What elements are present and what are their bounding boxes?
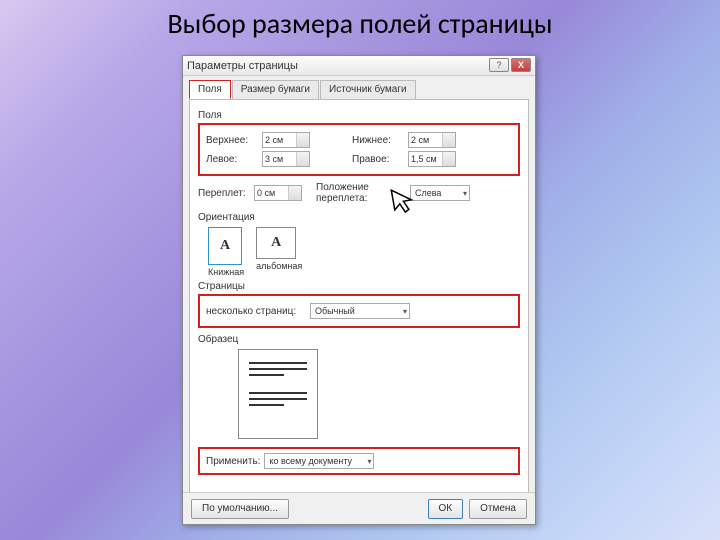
gutter-pos-select[interactable]: Слева (410, 185, 470, 201)
orientation-portrait[interactable]: A Книжная (208, 227, 244, 277)
apply-highlight: Применить: ко всему документу (198, 447, 520, 475)
pages-highlight: несколько страниц: Обычный (198, 294, 520, 328)
cancel-button[interactable]: Отмена (469, 499, 527, 519)
multi-pages-select[interactable]: Обычный (310, 303, 410, 319)
left-label: Левое: (206, 154, 258, 165)
bottom-input[interactable]: 2 см▲▼ (408, 132, 456, 148)
landscape-label: альбомная (256, 261, 302, 271)
margins-highlight: Верхнее: 2 см▲▼ Нижнее: 2 см▲▼ Левое: 3 … (198, 123, 520, 176)
orientation-landscape[interactable]: A альбомная (256, 227, 302, 277)
default-button[interactable]: По умолчанию... (191, 499, 289, 519)
titlebar: Параметры страницы ? X (183, 56, 535, 76)
help-button[interactable]: ? (489, 58, 509, 72)
right-label: Правое: (352, 154, 404, 165)
apply-select[interactable]: ко всему документу (264, 453, 374, 469)
tab-margins[interactable]: Поля (189, 80, 231, 99)
top-label: Верхнее: (206, 135, 258, 146)
left-input[interactable]: 3 см▲▼ (262, 151, 310, 167)
close-button[interactable]: X (511, 58, 531, 72)
orientation-label: Ориентация (198, 212, 520, 223)
portrait-label: Книжная (208, 267, 244, 277)
preview-icon (238, 349, 318, 439)
ok-button[interactable]: ОК (428, 499, 464, 519)
apply-label: Применить: (206, 456, 260, 467)
tabs: Поля Размер бумаги Источник бумаги (183, 76, 535, 99)
slide-title: Выбор размера полей страницы (0, 6, 720, 41)
button-bar: По умолчанию... ОК Отмена (183, 492, 535, 524)
right-input[interactable]: 1,5 см▲▼ (408, 151, 456, 167)
bottom-label: Нижнее: (352, 135, 404, 146)
landscape-icon: A (256, 227, 296, 259)
tab-paper[interactable]: Размер бумаги (232, 80, 319, 99)
sample-label: Образец (198, 334, 520, 345)
portrait-icon: A (208, 227, 242, 265)
panel: Поля Верхнее: 2 см▲▼ Нижнее: 2 см▲▼ Лево… (189, 99, 529, 504)
tab-source[interactable]: Источник бумаги (320, 80, 416, 99)
page-setup-dialog: Параметры страницы ? X Поля Размер бумаг… (182, 55, 536, 525)
fields-group-label: Поля (198, 110, 520, 121)
dialog-title: Параметры страницы (187, 60, 298, 72)
pages-label: Страницы (198, 281, 520, 292)
top-input[interactable]: 2 см▲▼ (262, 132, 310, 148)
multi-pages-label: несколько страниц: (206, 306, 306, 317)
gutter-label: Переплет: (198, 188, 250, 199)
gutter-input[interactable]: 0 см▲▼ (254, 185, 302, 201)
